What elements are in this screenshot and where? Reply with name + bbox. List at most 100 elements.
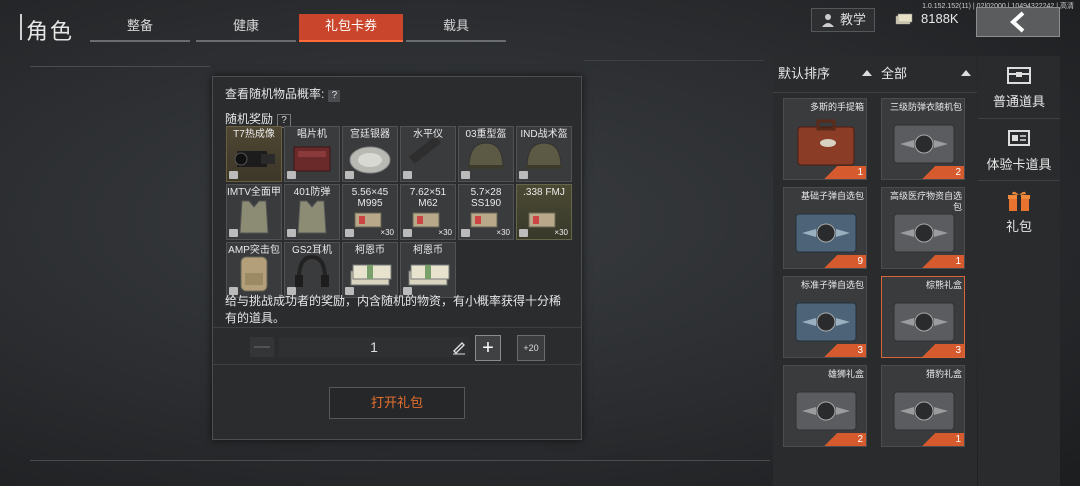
reward-item[interactable]: 唱片机 [284, 126, 340, 182]
nav-gift-packs[interactable]: 礼包 [978, 180, 1060, 241]
reward-item-qty: ×30 [380, 228, 394, 237]
back-arrow-icon [1010, 11, 1025, 33]
reward-item[interactable]: 401防弹 [284, 184, 340, 240]
reward-item-name: GS2耳机 [291, 245, 332, 256]
reward-item[interactable]: IND战术盔 [516, 126, 572, 182]
inventory-panel: 默认排序 全部 多斯的手提箱 1 三级防弹衣随机包 2 基础子弹自选包 9 高级医疗物资自选… [773, 56, 977, 486]
quantity-row: — 1 + +20 [213, 327, 581, 365]
item-tag-icon [519, 171, 528, 179]
inventory-item[interactable]: 基础子弹自选包 9 [783, 187, 867, 269]
reward-item[interactable]: .338 FMJ ×30 [516, 184, 572, 240]
reward-item-name: IND战术盔 [520, 129, 568, 140]
quantity-field[interactable]: 1 [279, 337, 469, 357]
inventory-item-count: 2 [823, 433, 866, 446]
page-title: 角色 [26, 19, 75, 44]
decrease-button[interactable]: — [250, 337, 274, 357]
reward-item-qty: ×30 [438, 228, 452, 237]
nav-normal-items[interactable]: 普通道具 [978, 56, 1060, 116]
item-tag-icon [519, 229, 528, 237]
item-tag-icon [403, 229, 412, 237]
plus-twenty-button[interactable]: +20 [517, 335, 545, 361]
reward-item-name: 柯恩币 [413, 245, 443, 256]
reward-item-name: IMTV全面甲 [227, 187, 281, 198]
reward-item-name: 5.56×45 M995 [351, 187, 389, 209]
chevron-up-icon [862, 70, 872, 76]
reward-item[interactable]: 柯恩币 [400, 242, 456, 298]
item-tag-icon [287, 287, 296, 295]
item-tag-icon [345, 229, 354, 237]
cash-icon [895, 13, 913, 25]
reward-item[interactable]: 03重型盔 [458, 126, 514, 182]
item-tag-icon [345, 171, 354, 179]
chest-icon [1007, 67, 1031, 84]
sort-dropdown[interactable]: 默认排序 [778, 56, 874, 92]
reward-item-qty: ×30 [554, 228, 568, 237]
reward-item-qty: ×30 [496, 228, 510, 237]
inventory-item-count: 3 [921, 344, 964, 357]
reward-item-name: AMP突击包 [228, 245, 280, 256]
inventory-item-name: 三级防弹衣随机包 [889, 102, 962, 112]
filter-dropdown[interactable]: 全部 [881, 56, 977, 92]
reward-item[interactable]: 宫廷银器 [342, 126, 398, 182]
tab-equipment[interactable]: 整备 [90, 14, 190, 42]
reward-item-name: T7热成像 [233, 129, 275, 140]
category-nav: 普通道具 体验卡道具 礼包 [978, 56, 1060, 486]
inventory-item-count: 1 [921, 433, 964, 446]
reward-item[interactable]: T7热成像 [226, 126, 282, 182]
tab-vehicles[interactable]: 载具 [406, 14, 506, 42]
inventory-item-name: 标准子弹自选包 [800, 280, 864, 290]
reward-item[interactable]: 水平仪 [400, 126, 456, 182]
reward-item[interactable]: AMP突击包 [226, 242, 282, 298]
item-tag-icon [287, 171, 296, 179]
inventory-item-count: 1 [823, 166, 866, 179]
reward-item[interactable]: IMTV全面甲 [226, 184, 282, 240]
inventory-item-count: 2 [921, 166, 964, 179]
reward-item[interactable]: 5.7×28 SS190 ×30 [458, 184, 514, 240]
tab-gift-cards[interactable]: 礼包卡券 [299, 14, 403, 42]
inventory-item[interactable]: 三级防弹衣随机包 2 [881, 98, 965, 180]
increase-button[interactable]: + [475, 335, 501, 361]
reward-item[interactable]: GS2耳机 [284, 242, 340, 298]
nav-trial-card-items[interactable]: 体验卡道具 [978, 118, 1060, 179]
inventory-item-name: 基础子弹自选包 [800, 191, 864, 201]
item-tag-icon [229, 229, 238, 237]
inventory-item-name: 棕熊礼盒 [925, 280, 962, 290]
probability-text: 查看随机物品概率: [225, 87, 325, 101]
item-tag-icon [229, 171, 238, 179]
item-tag-icon [403, 171, 412, 179]
gift-description: 给与挑战成功者的奖励，内含随机的物资，有小概率获得十分稀有的道具。 [225, 294, 562, 325]
item-tag-icon [461, 171, 470, 179]
tutorial-button[interactable]: 教学 [811, 8, 875, 32]
inventory-item-count: 3 [823, 344, 866, 357]
card-icon [1008, 130, 1030, 146]
open-gift-button[interactable]: 打开礼包 [329, 387, 465, 419]
item-tag-icon [287, 229, 296, 237]
probability-label: 查看随机物品概率:? [225, 85, 341, 102]
currency-display: 8188K [895, 8, 959, 30]
reward-item[interactable]: 柯恩币 [342, 242, 398, 298]
tab-health[interactable]: 健康 [196, 14, 296, 42]
inventory-item-count: 1 [921, 255, 964, 268]
reward-item-name: 401防弹 [293, 187, 331, 198]
inventory-item-name: 高级医疗物资自选包 [889, 191, 962, 212]
chevron-up-icon [961, 70, 971, 76]
reward-item[interactable]: 7.62×51 M62 ×30 [400, 184, 456, 240]
inventory-item[interactable]: 猎豹礼盒 1 [881, 365, 965, 447]
help-icon[interactable]: ? [328, 90, 341, 102]
title-accent-bar [20, 14, 22, 40]
tutorial-label: 教学 [840, 12, 867, 27]
inventory-item[interactable]: 标准子弹自选包 3 [783, 276, 867, 358]
nav-label: 普通道具 [992, 94, 1045, 109]
inventory-item[interactable]: 多斯的手提箱 1 [783, 98, 867, 180]
back-button[interactable] [976, 7, 1060, 37]
inventory-item[interactable]: 棕熊礼盒 3 [881, 276, 965, 358]
nav-label: 体验卡道具 [986, 157, 1052, 172]
inventory-item-name: 猎豹礼盒 [925, 369, 962, 379]
reward-item[interactable]: 5.56×45 M995 ×30 [342, 184, 398, 240]
edit-pencil-icon[interactable] [451, 339, 467, 355]
inventory-item[interactable]: 高级医疗物资自选包 1 [881, 187, 965, 269]
inventory-item-count: 9 [823, 255, 866, 268]
reward-item-name: 宫廷银器 [350, 129, 390, 140]
item-tag-icon [345, 287, 354, 295]
inventory-item[interactable]: 雄狮礼盒 2 [783, 365, 867, 447]
